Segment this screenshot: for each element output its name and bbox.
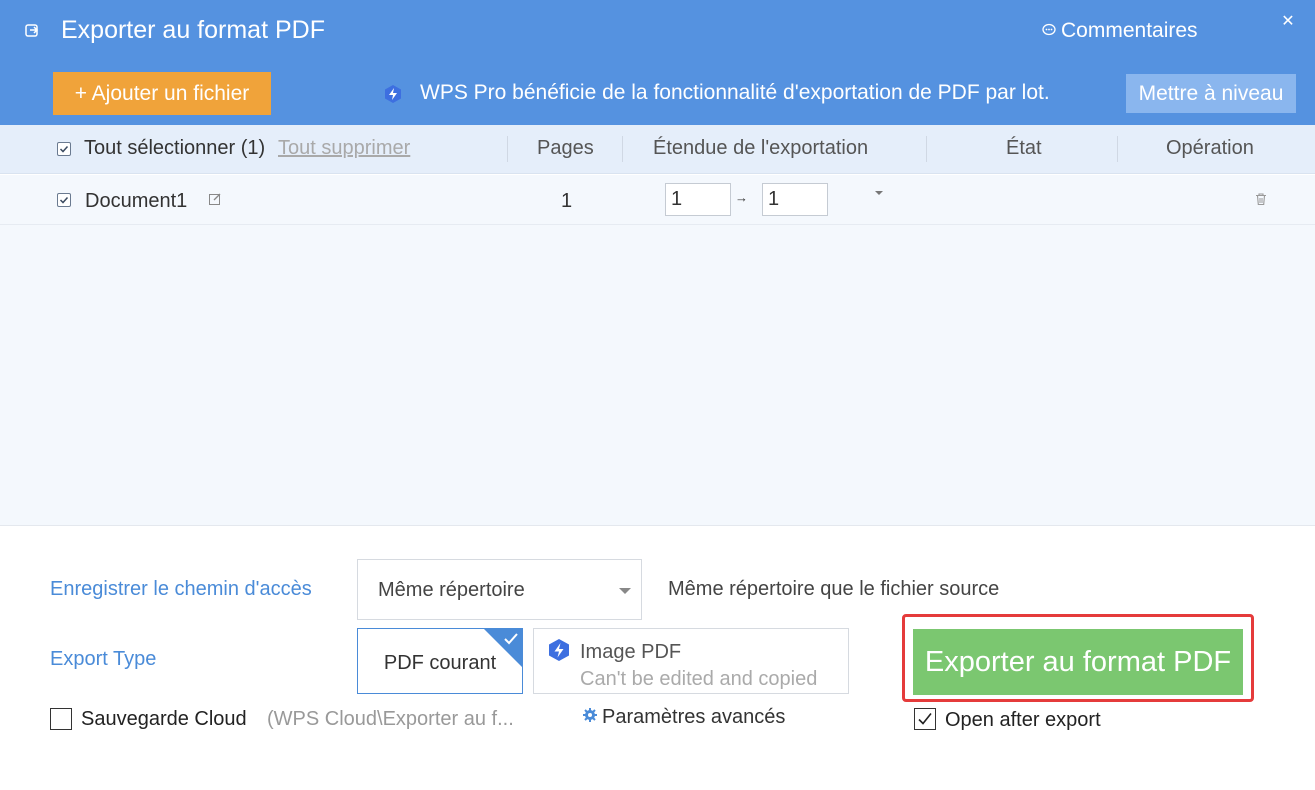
clear-all-link[interactable]: Tout supprimer xyxy=(278,137,410,160)
caret-down-icon[interactable] xyxy=(875,191,883,195)
trash-icon[interactable] xyxy=(1254,192,1268,206)
checkmark-icon xyxy=(59,196,69,204)
column-header-pages: Pages xyxy=(537,137,594,159)
image-pdf-title: Image PDF xyxy=(580,641,682,663)
export-pdf-button[interactable]: Exporter au format PDF xyxy=(913,629,1243,695)
checkmark-icon xyxy=(59,145,69,153)
upgrade-button[interactable]: Mettre à niveau xyxy=(1126,74,1296,113)
comments-label: Commentaires xyxy=(1061,19,1198,42)
column-divider xyxy=(926,136,927,162)
edit-icon[interactable] xyxy=(208,192,222,206)
open-after-export-label[interactable]: Open after export xyxy=(945,709,1101,732)
checkmark-icon xyxy=(503,631,519,647)
chevron-down-icon xyxy=(619,588,631,594)
column-divider xyxy=(507,136,508,162)
row-checkbox[interactable] xyxy=(57,193,71,207)
column-header-state: État xyxy=(1006,137,1042,159)
select-all-label[interactable]: Tout sélectionner (1) xyxy=(84,137,265,160)
save-path-label: Enregistrer le chemin d'accès xyxy=(50,578,312,600)
speech-bubble-icon xyxy=(1042,19,1056,43)
lightning-bolt-icon xyxy=(383,84,403,104)
checkmark-icon xyxy=(918,713,932,725)
file-table-header: Tout sélectionner (1) Tout supprimer Pag… xyxy=(0,125,1315,174)
column-header-operation: Opération xyxy=(1166,137,1254,159)
lightning-bolt-icon xyxy=(547,638,571,662)
export-type-label: Export Type xyxy=(50,648,157,670)
file-name: Document1 xyxy=(85,190,188,212)
file-list-area xyxy=(0,225,1315,525)
column-divider xyxy=(622,136,623,162)
advanced-settings-label: Paramètres avancés xyxy=(602,706,786,728)
image-pdf-subtitle: Can't be edited and copied xyxy=(580,668,818,690)
cloud-backup-checkbox[interactable] xyxy=(50,708,72,730)
export-type-image-pdf[interactable]: Image PDF Can't be edited and copied xyxy=(533,628,849,694)
gear-icon xyxy=(582,706,598,729)
title-bar: Exporter au format PDF Commentaires ✕ + … xyxy=(0,0,1315,125)
range-to-input[interactable]: 1 xyxy=(762,183,828,216)
save-path-select[interactable]: Même répertoire xyxy=(357,559,642,620)
range-arrow: → xyxy=(735,190,748,205)
export-type-current-pdf[interactable]: PDF courant xyxy=(357,628,523,694)
range-from-input[interactable]: 1 xyxy=(665,183,731,216)
current-pdf-label: PDF courant xyxy=(383,652,497,674)
open-after-export-checkbox[interactable] xyxy=(914,708,936,730)
table-row: Document1 1 1 → 1 xyxy=(0,175,1315,225)
cloud-backup-label[interactable]: Sauvegarde Cloud xyxy=(81,708,247,731)
page-count: 1 xyxy=(561,190,573,212)
save-path-hint: Même répertoire que le fichier source xyxy=(668,578,1000,600)
export-icon xyxy=(24,22,40,38)
advanced-settings-button[interactable]: Paramètres avancés xyxy=(582,706,785,729)
column-header-range: Étendue de l'exportation xyxy=(653,137,869,159)
dialog-title: Exporter au format PDF xyxy=(61,16,325,44)
promo-text: WPS Pro bénéficie de la fonctionnalité d… xyxy=(420,81,1050,104)
column-divider xyxy=(1117,136,1118,162)
close-icon[interactable]: ✕ xyxy=(1278,12,1298,32)
select-all-checkbox[interactable] xyxy=(57,142,71,156)
cloud-path: (WPS Cloud\Exporter au f... xyxy=(267,708,514,730)
add-file-button[interactable]: + Ajouter un fichier xyxy=(53,72,271,115)
comments-button[interactable]: Commentaires xyxy=(1042,19,1198,43)
save-path-value: Même répertoire xyxy=(378,579,525,601)
